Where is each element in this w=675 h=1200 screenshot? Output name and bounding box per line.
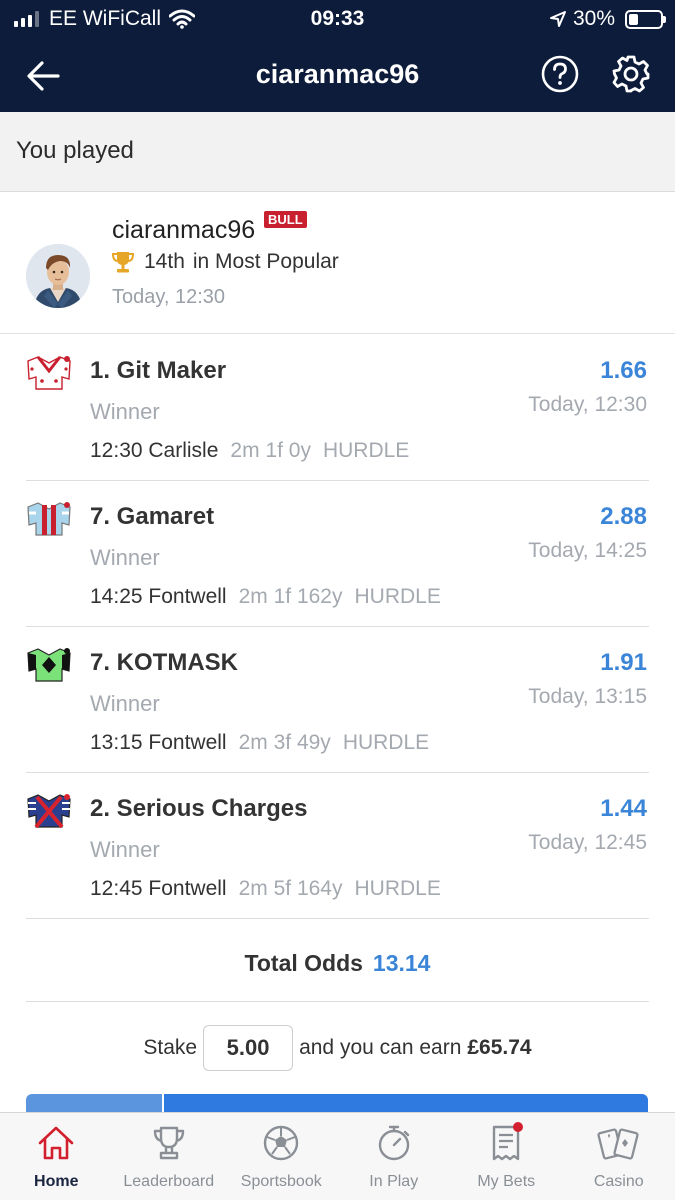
selection-market: Winner [90, 691, 160, 716]
total-odds-row: Total Odds 13.14 [0, 950, 675, 977]
tab-home[interactable]: Home [0, 1113, 113, 1200]
race-distance: 2m 5f 164y [238, 877, 343, 900]
user-name[interactable]: ciaranmac96 [112, 216, 255, 245]
action-buttons [26, 1094, 648, 1114]
rank-position: 14th [144, 250, 185, 273]
selection-name: 7. Gamaret [90, 503, 215, 530]
selection-name: 7. KOTMASK [90, 649, 239, 676]
selection-odds: 1.44 [600, 795, 647, 822]
you-played-header: You played [0, 112, 675, 192]
tab-label: Leaderboard [123, 1173, 215, 1190]
race-distance: 2m 1f 0y [230, 439, 311, 462]
user-rank: 14th in Most Popular [112, 250, 339, 274]
row-divider [26, 1001, 649, 1002]
home-icon [38, 1126, 74, 1160]
tab-label: In Play [369, 1173, 419, 1190]
stake-row: Stake and you can earn £65.74 [0, 1024, 675, 1072]
race-distance: 2m 3f 49y [238, 731, 331, 754]
race-type: HURDLE [354, 877, 441, 900]
cards-icon [597, 1128, 639, 1160]
race-time-course: 12:30 Carlisle [90, 439, 219, 462]
jockey-silks-icon [27, 648, 71, 682]
battery-percent: 30% [572, 7, 615, 30]
race-type: HURDLE [354, 585, 441, 608]
selection-time: Today, 13:15 [528, 685, 647, 708]
tab-label: Casino [593, 1173, 644, 1190]
stake-label: Stake [143, 1036, 198, 1059]
jockey-silks-icon [27, 502, 71, 536]
notification-dot [513, 1122, 523, 1132]
stopwatch-icon [378, 1125, 409, 1161]
location-arrow-icon [549, 11, 566, 27]
selection-odds: 1.91 [600, 649, 647, 676]
tab-in-play[interactable]: In Play [338, 1113, 451, 1200]
battery-icon [625, 9, 666, 29]
selection-row[interactable]: 7. Gamaret Winner 14:25 Fontwell 2m 1f 16… [0, 481, 675, 627]
selection-odds: 2.88 [600, 503, 647, 530]
selection-market: Winner [90, 545, 160, 570]
selection-market: Winner [90, 399, 160, 424]
nav-bar: ciaranmac96 [0, 38, 675, 112]
tab-leaderboard[interactable]: Leaderboard [113, 1113, 226, 1200]
tab-sportsbook[interactable]: Sportsbook [225, 1113, 338, 1200]
selection-time: Today, 12:30 [528, 393, 647, 416]
earn-amount: £65.74 [467, 1036, 532, 1059]
tab-label: Sportsbook [240, 1173, 322, 1190]
help-icon[interactable] [540, 54, 580, 94]
selection-name: 2. Serious Charges [90, 795, 308, 822]
avatar[interactable] [26, 244, 90, 308]
selection-row[interactable]: 7. KOTMASK Winner 13:15 Fontwell 2m 3f 49… [0, 627, 675, 773]
bottom-tab-bar: Home Leaderboard Sportsbook In Play My B… [0, 1112, 675, 1200]
bull-badge: BULL [264, 211, 307, 228]
trophy-icon [112, 252, 134, 273]
jockey-silks-icon [27, 794, 71, 829]
total-odds-label: Total Odds [244, 950, 363, 976]
race-time-course: 12:45 Fontwell [90, 877, 227, 900]
race-info: 12:45 Fontwell 2m 5f 164y HURDLE [90, 877, 441, 901]
race-info: 14:25 Fontwell 2m 1f 162y HURDLE [90, 585, 441, 609]
football-icon [264, 1125, 299, 1161]
status-right: 30% [549, 7, 666, 31]
played-time: Today, 12:30 [112, 286, 226, 308]
rank-context: in Most Popular [192, 250, 339, 273]
race-type: HURDLE [322, 439, 410, 462]
stake-input[interactable] [203, 1025, 294, 1071]
section-title: You played [16, 137, 134, 164]
selection-time: Today, 14:25 [528, 539, 647, 562]
avatar-illustration [26, 244, 90, 308]
selection-row[interactable]: 2. Serious Charges Winner 12:45 Fontwell… [0, 773, 675, 919]
race-info: 13:15 Fontwell 2m 3f 49y HURDLE [90, 731, 429, 755]
race-distance: 2m 1f 162y [238, 585, 343, 608]
race-info: 12:30 Carlisle 2m 1f 0y HURDLE [90, 439, 409, 463]
tab-my-bets[interactable]: My Bets [450, 1113, 563, 1200]
trophy-icon [153, 1126, 184, 1160]
race-time-course: 13:15 Fontwell [90, 731, 227, 754]
selection-market: Winner [90, 837, 160, 862]
earn-text: and you can earn [299, 1036, 462, 1059]
row-divider [26, 918, 649, 919]
tab-label: Home [34, 1173, 79, 1190]
selection-row[interactable]: 1. Git Maker Winner 12:30 Carlisle 2m 1f … [0, 335, 675, 481]
tab-label: My Bets [477, 1173, 536, 1190]
user-card: ciaranmac96 BULL 14th in Most Popular To… [0, 192, 675, 334]
race-time-course: 14:25 Fontwell [90, 585, 227, 608]
settings-gear-icon[interactable] [610, 53, 652, 95]
total-odds-value: 13.14 [372, 950, 431, 976]
race-type: HURDLE [342, 731, 430, 754]
total-odds-section: Total Odds 13.14 [0, 920, 675, 1002]
tab-casino[interactable]: Casino [563, 1113, 675, 1200]
status-bar: EE WiFiCall 09:33 30% [0, 0, 675, 38]
selection-odds: 1.66 [600, 357, 647, 384]
primary-action-button[interactable] [164, 1094, 648, 1114]
selection-name: 1. Git Maker [90, 357, 227, 384]
secondary-action-button[interactable] [26, 1094, 162, 1114]
jockey-silks-icon [27, 356, 71, 390]
selection-time: Today, 12:45 [528, 831, 647, 854]
